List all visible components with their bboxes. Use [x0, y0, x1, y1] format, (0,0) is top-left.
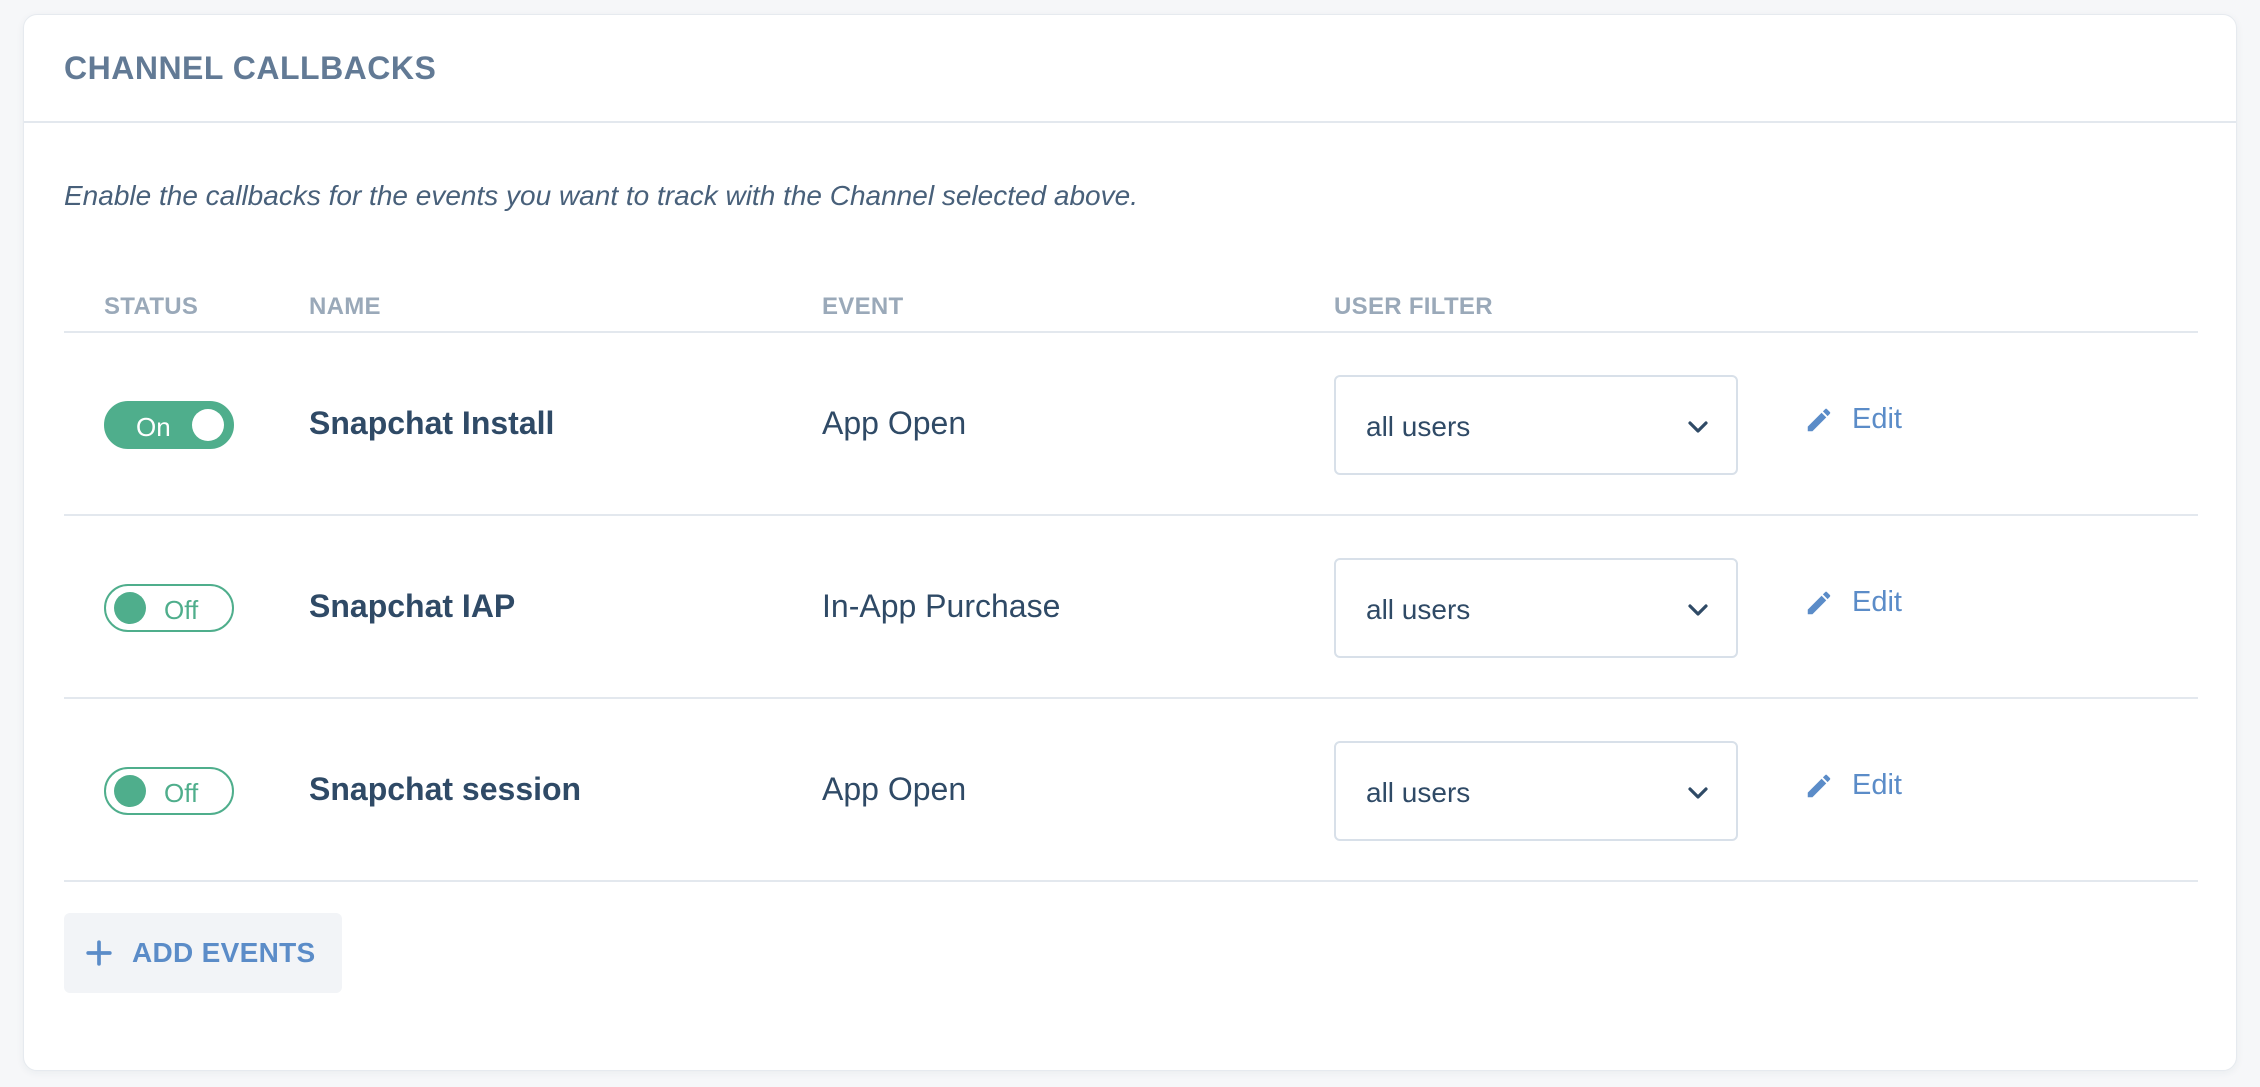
column-header-event: EVENT: [822, 293, 904, 320]
table-header: STATUS NAME EVENT USER FILTER: [64, 273, 2198, 333]
user-filter-select[interactable]: all users: [1334, 558, 1738, 658]
user-filter-value: all users: [1366, 777, 1471, 808]
column-header-name: NAME: [309, 293, 381, 320]
callback-name: Snapchat session: [309, 771, 582, 807]
plus-icon: [86, 940, 112, 966]
edit-label: Edit: [1852, 769, 1902, 801]
description-text: Enable the callbacks for the events you …: [64, 180, 1138, 211]
edit-label: Edit: [1852, 586, 1902, 618]
edit-button[interactable]: Edit: [1804, 769, 1902, 802]
column-header-user-filter: USER FILTER: [1334, 293, 1493, 320]
toggle-label: On: [136, 412, 171, 442]
callback-event: In-App Purchase: [822, 588, 1061, 624]
callback-event: App Open: [822, 771, 967, 807]
add-events-label: ADD EVENTS: [132, 937, 316, 968]
card-title: CHANNEL CALLBACKS: [64, 49, 437, 86]
user-filter-value: all users: [1366, 594, 1471, 625]
toggle-label: Off: [164, 778, 199, 808]
user-filter-select[interactable]: all users: [1334, 741, 1738, 841]
chevron-down-icon: [1688, 604, 1708, 616]
edit-button[interactable]: Edit: [1804, 586, 1902, 619]
card-header: CHANNEL CALLBACKS: [24, 15, 2236, 123]
chevron-down-icon: [1688, 421, 1708, 433]
user-filter-value: all users: [1366, 411, 1471, 442]
pencil-icon: [1807, 408, 1831, 431]
table-row: On Snapchat Install App Open all users E…: [64, 333, 2198, 516]
status-toggle[interactable]: On: [104, 401, 234, 449]
pencil-icon: [1807, 591, 1831, 614]
pencil-icon: [1807, 774, 1831, 797]
callback-name: Snapchat IAP: [309, 588, 516, 624]
column-header-status: STATUS: [104, 293, 199, 320]
status-toggle[interactable]: Off: [104, 767, 234, 815]
callback-name: Snapchat Install: [309, 405, 555, 441]
toggle-knob: [114, 592, 146, 624]
toggle-knob: [114, 775, 146, 807]
callback-event: App Open: [822, 405, 967, 441]
add-events-button[interactable]: ADD EVENTS: [64, 913, 342, 993]
table-row: Off Snapchat session App Open all users …: [64, 699, 2198, 882]
table-row: Off Snapchat IAP In-App Purchase all use…: [64, 516, 2198, 699]
chevron-down-icon: [1688, 787, 1708, 799]
toggle-knob: [192, 409, 224, 441]
edit-label: Edit: [1852, 403, 1902, 435]
status-toggle[interactable]: Off: [104, 584, 234, 632]
channel-callbacks-card: CHANNEL CALLBACKS Enable the callbacks f…: [23, 14, 2237, 1071]
user-filter-select[interactable]: all users: [1334, 375, 1738, 475]
callbacks-table: STATUS NAME EVENT USER FILTER On Snapcha…: [64, 273, 2198, 882]
toggle-label: Off: [164, 595, 199, 625]
edit-button[interactable]: Edit: [1804, 403, 1902, 436]
